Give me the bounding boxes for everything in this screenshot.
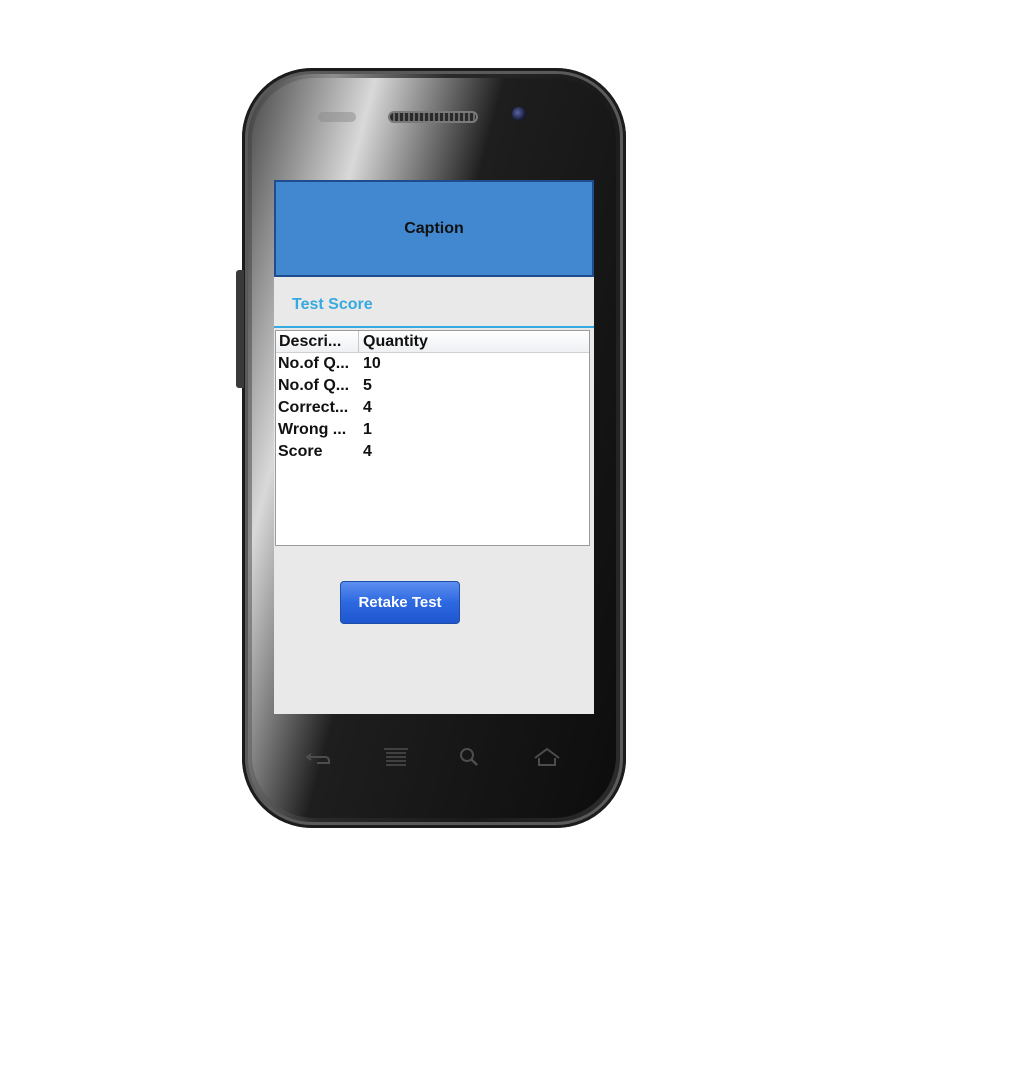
table-row[interactable]: Correct... 4 <box>276 397 589 419</box>
home-icon-glyph <box>534 747 560 766</box>
row-description: Wrong ... <box>278 421 347 438</box>
home-icon[interactable] <box>533 746 561 768</box>
column-header-quantity[interactable]: Quantity <box>359 331 589 352</box>
search-icon[interactable] <box>456 746 484 768</box>
row-description: Score <box>278 443 323 460</box>
table-row[interactable]: Wrong ... 1 <box>276 419 589 441</box>
row-quantity: 1 <box>363 421 372 438</box>
proximity-sensor <box>318 112 356 122</box>
row-description: No.of Q... <box>278 355 350 372</box>
earpiece-speaker <box>388 111 478 123</box>
table-row[interactable]: Score 4 <box>276 441 589 463</box>
menu-icon[interactable] <box>382 746 410 768</box>
row-quantity: 4 <box>363 399 372 416</box>
volume-key <box>236 270 244 388</box>
table-row[interactable]: No.of Q... 10 <box>276 353 589 375</box>
score-table: Descri... Quantity No.of Q... 10 No.of Q… <box>275 330 590 546</box>
search-icon-glyph <box>460 748 478 766</box>
column-header-description[interactable]: Descri... <box>276 331 359 352</box>
section-divider <box>274 326 594 328</box>
table-header: Descri... Quantity <box>276 331 589 353</box>
test-score-heading: Test Score <box>292 296 373 313</box>
retake-test-button[interactable]: Retake Test <box>340 581 460 624</box>
row-description: No.of Q... <box>278 377 350 394</box>
app-screen: Caption Test Score Descri... Quantity No… <box>274 180 594 714</box>
row-quantity: 4 <box>363 443 372 460</box>
back-icon-glyph <box>305 753 330 764</box>
back-icon[interactable] <box>305 746 333 768</box>
front-camera-icon <box>512 107 526 121</box>
menu-icon-glyph <box>384 748 408 766</box>
row-quantity: 5 <box>363 377 372 394</box>
caption-header: Caption <box>274 180 594 277</box>
row-quantity: 10 <box>363 355 381 372</box>
row-description: Correct... <box>278 399 349 416</box>
table-row[interactable]: No.of Q... 5 <box>276 375 589 397</box>
caption-title: Caption <box>404 219 464 237</box>
